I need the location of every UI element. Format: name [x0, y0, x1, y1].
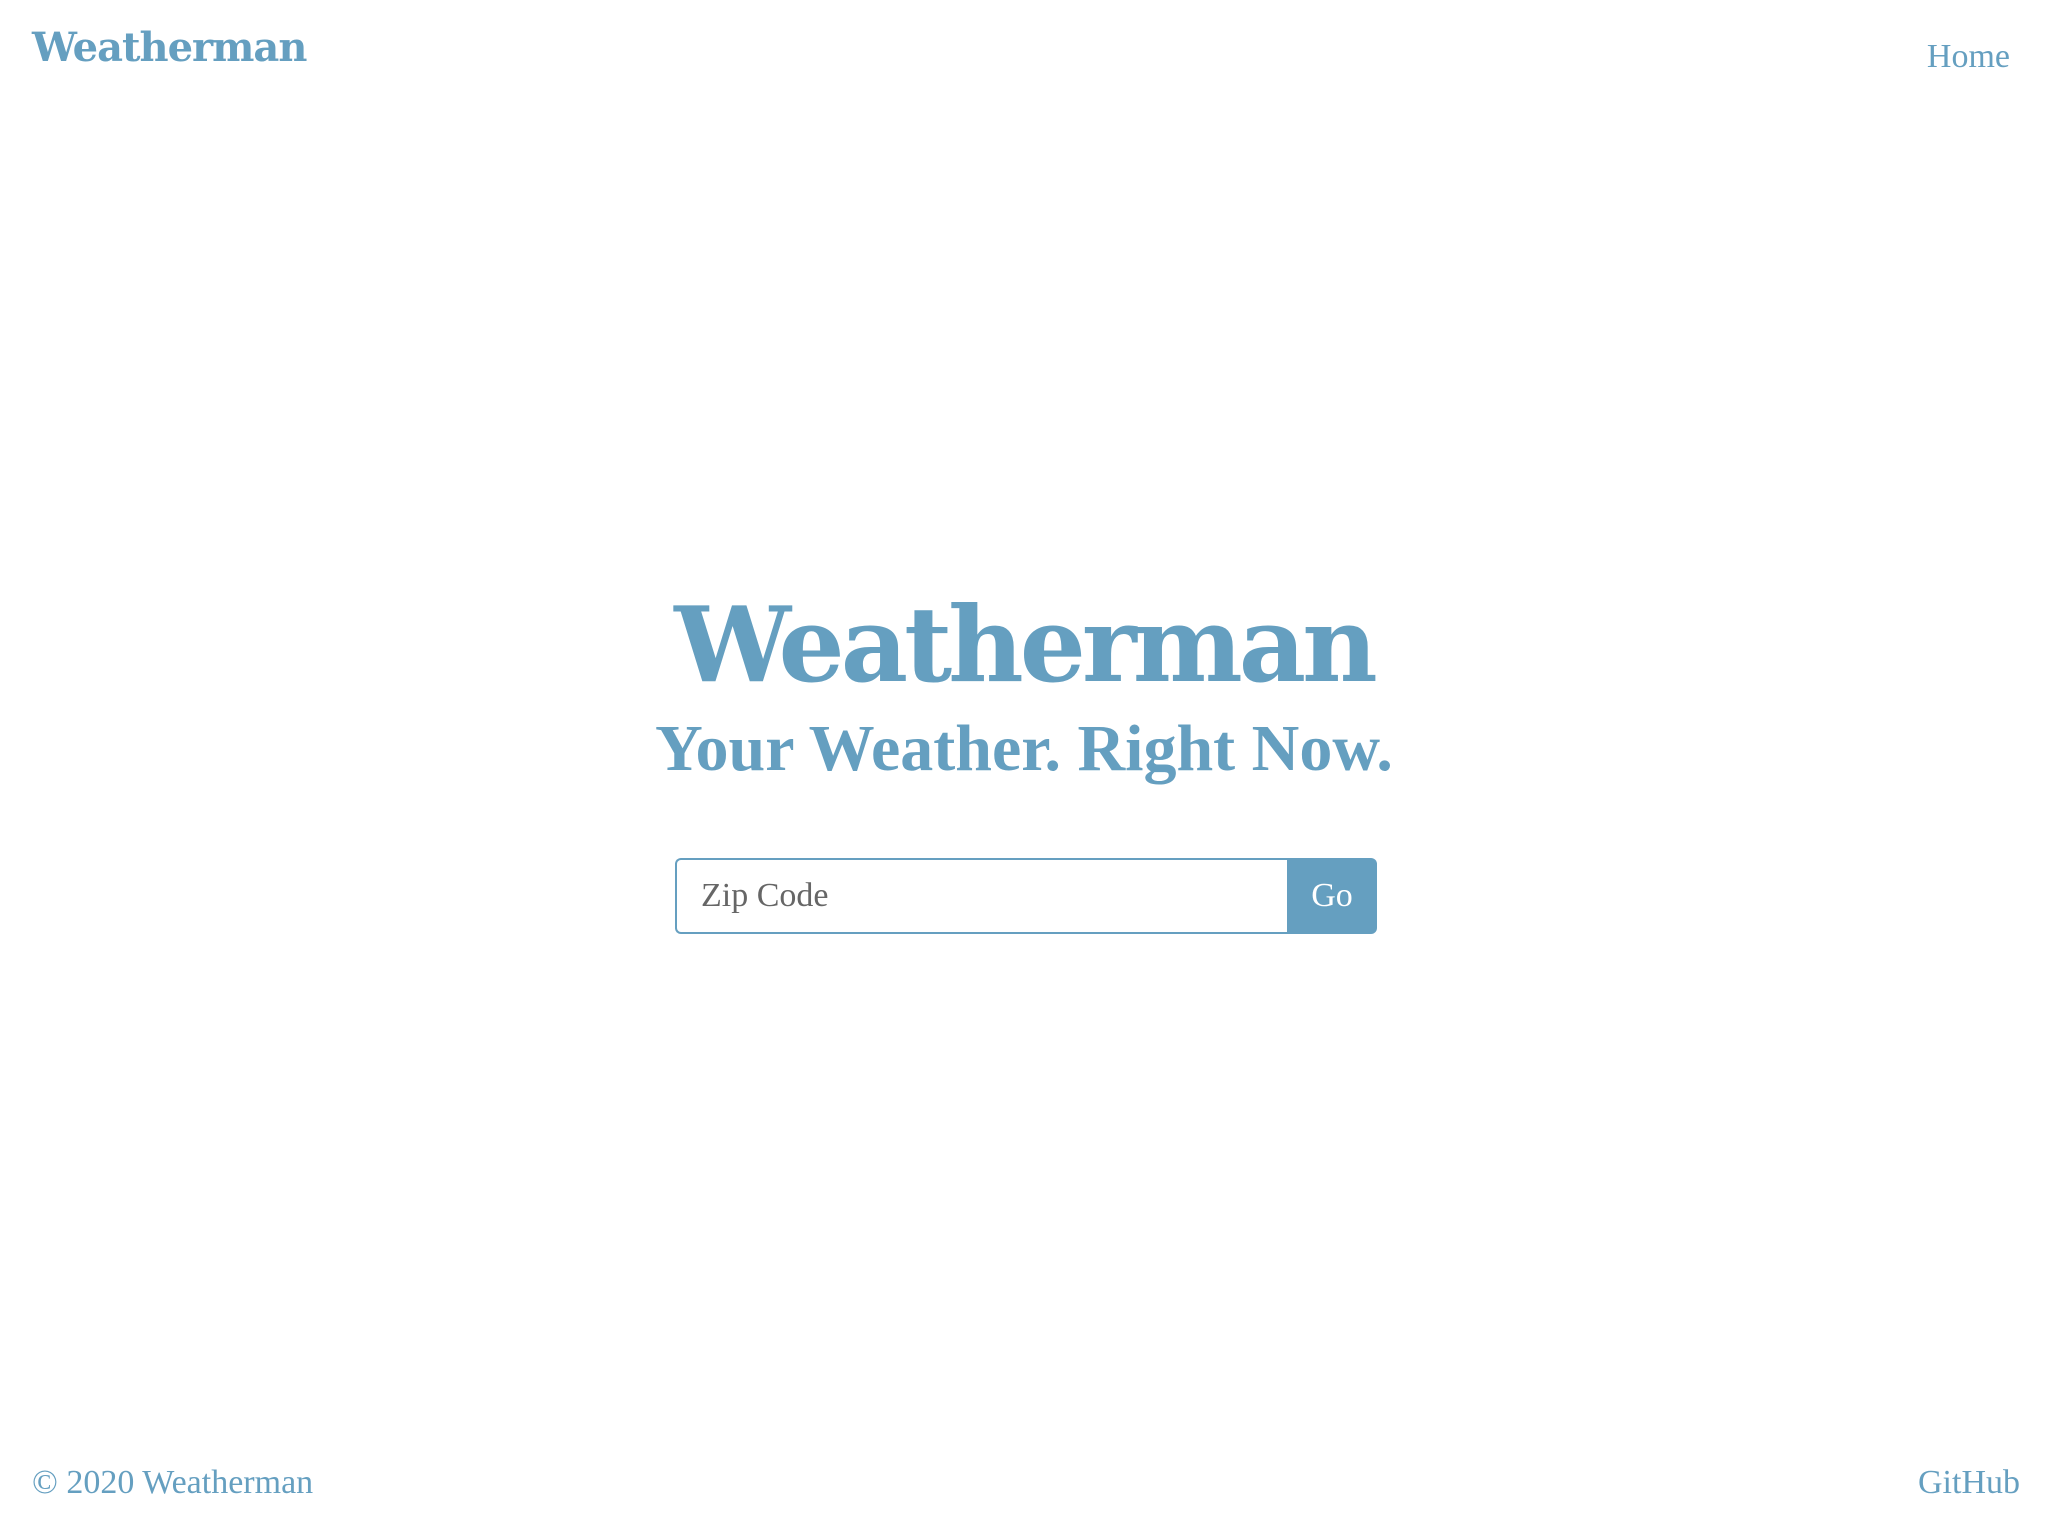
zip-search-form: Go: [675, 858, 1377, 934]
hero-subtitle: Your Weather. Right Now.: [655, 712, 1393, 786]
hero-title: Weatherman: [674, 583, 1378, 706]
github-link[interactable]: GitHub: [1918, 1466, 2020, 1500]
nav-link-home[interactable]: Home: [1927, 40, 2010, 74]
footer: © 2020 Weatherman GitHub: [0, 1466, 2048, 1536]
top-navbar: Weatherman Home: [0, 0, 2048, 110]
copyright-text: © 2020 Weatherman: [32, 1464, 314, 1501]
go-button[interactable]: Go: [1287, 858, 1377, 934]
brand-logo-link[interactable]: Weatherman: [32, 28, 307, 68]
hero-section: Weatherman Your Weather. Right Now.: [0, 590, 2048, 786]
zip-code-input[interactable]: [675, 858, 1287, 934]
